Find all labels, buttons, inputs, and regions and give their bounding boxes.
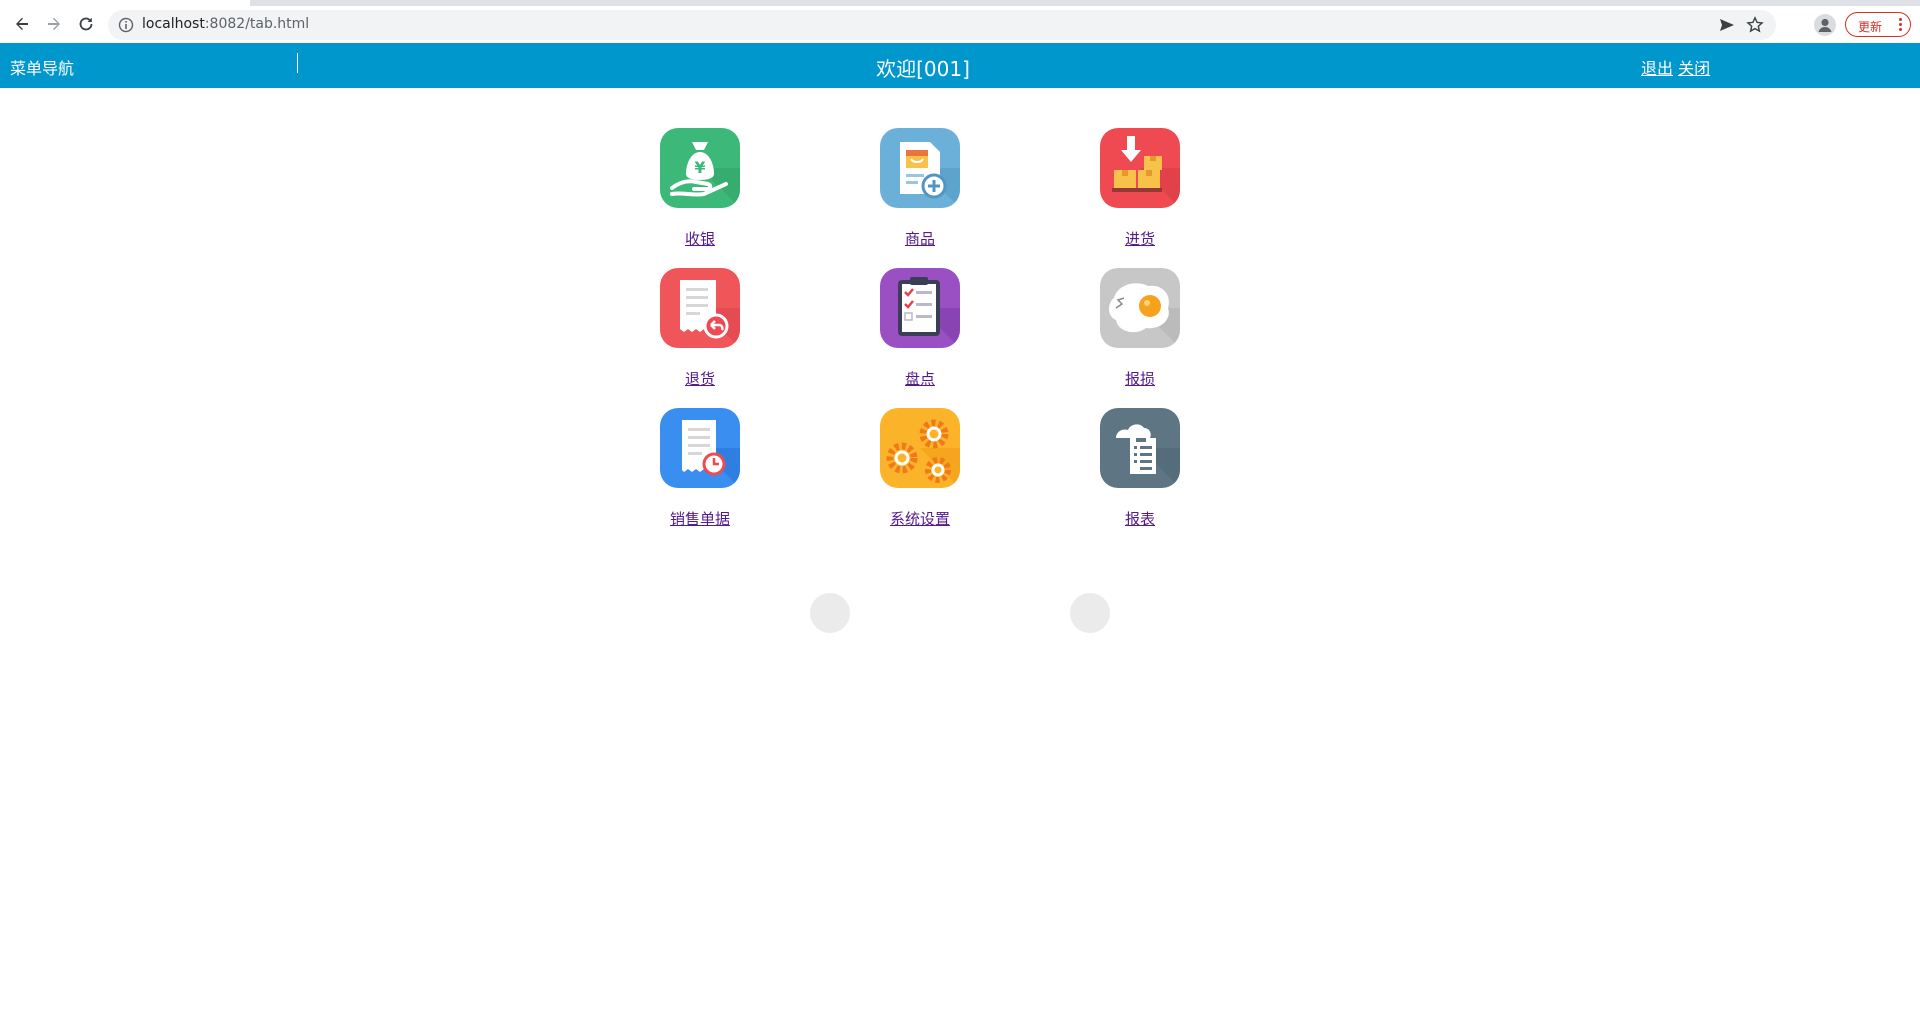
tile-label[interactable]: 系统设置	[840, 508, 1000, 529]
return-receipt-icon[interactable]	[660, 268, 740, 348]
reload-button[interactable]	[74, 12, 98, 36]
report-cloud-icon[interactable]	[1100, 408, 1180, 488]
tile-label[interactable]: 盘点	[840, 368, 1000, 389]
money-bag-hand-icon[interactable]: ¥	[660, 128, 740, 208]
broken-egg-icon[interactable]	[1100, 268, 1180, 348]
logout-link[interactable]: 退出	[1641, 59, 1673, 78]
round-button-right[interactable]	[1070, 593, 1110, 633]
browser-toolbar: localhost:8082/tab.html 更新	[0, 6, 1920, 44]
url-path: :8082/tab.html	[204, 16, 310, 32]
profile-avatar-icon[interactable]	[1814, 14, 1836, 36]
forward-button[interactable]	[42, 12, 66, 36]
gears-icon[interactable]	[880, 408, 960, 488]
stock-in-boxes-icon[interactable]	[1100, 128, 1180, 208]
url-host: localhost	[142, 16, 205, 32]
back-button[interactable]	[10, 12, 34, 36]
arrow-right-icon	[48, 17, 60, 30]
tile-label[interactable]: 销售单据	[620, 508, 780, 529]
round-button-left[interactable]	[810, 593, 850, 633]
product-add-icon[interactable]	[880, 128, 960, 208]
tile-label[interactable]: 进货	[1060, 228, 1220, 249]
bookmark-star-icon[interactable]	[1746, 16, 1764, 34]
app-header: 菜单导航 欢迎[001] 退出 关闭	[0, 43, 1920, 88]
arrow-left-icon	[16, 17, 28, 30]
more-vert-icon	[1899, 18, 1902, 31]
welcome-text: 欢迎[001]	[876, 57, 970, 81]
info-icon[interactable]	[118, 17, 134, 33]
tile-cashier[interactable]: ¥ 收银	[620, 128, 780, 268]
tile-label[interactable]: 退货	[620, 368, 780, 389]
tile-reports[interactable]: 报表	[1060, 408, 1220, 548]
welcome-title: 欢迎[001]	[0, 53, 1846, 82]
browser-update-button[interactable]: 更新	[1845, 12, 1911, 37]
tile-label[interactable]: 报表	[1060, 508, 1220, 529]
update-label: 更新	[1858, 20, 1883, 34]
close-link[interactable]: 关闭	[1678, 59, 1710, 78]
tile-settings[interactable]: 系统设置	[840, 408, 1000, 548]
tile-product[interactable]: 商品	[840, 128, 1000, 268]
tile-stock-in[interactable]: 进货	[1060, 128, 1220, 268]
tile-damage[interactable]: 报损	[1060, 268, 1220, 408]
tile-return[interactable]: 退货	[620, 268, 780, 408]
sales-receipt-clock-icon[interactable]	[660, 408, 740, 488]
header-actions: 退出 关闭	[1641, 55, 1710, 79]
tile-inventory[interactable]: 盘点	[840, 268, 1000, 408]
reload-icon	[79, 17, 93, 31]
send-icon[interactable]	[1718, 16, 1736, 34]
address-bar[interactable]: localhost:8082/tab.html	[108, 10, 1776, 40]
tile-label[interactable]: 收银	[620, 228, 780, 249]
url-text[interactable]: localhost:8082/tab.html	[142, 16, 309, 32]
tile-label[interactable]: 商品	[840, 228, 1000, 249]
tile-label[interactable]: 报损	[1060, 368, 1220, 389]
tile-sales-receipts[interactable]: 销售单据	[620, 408, 780, 548]
svg-text:¥: ¥	[694, 158, 705, 177]
inventory-clipboard-icon[interactable]	[880, 268, 960, 348]
